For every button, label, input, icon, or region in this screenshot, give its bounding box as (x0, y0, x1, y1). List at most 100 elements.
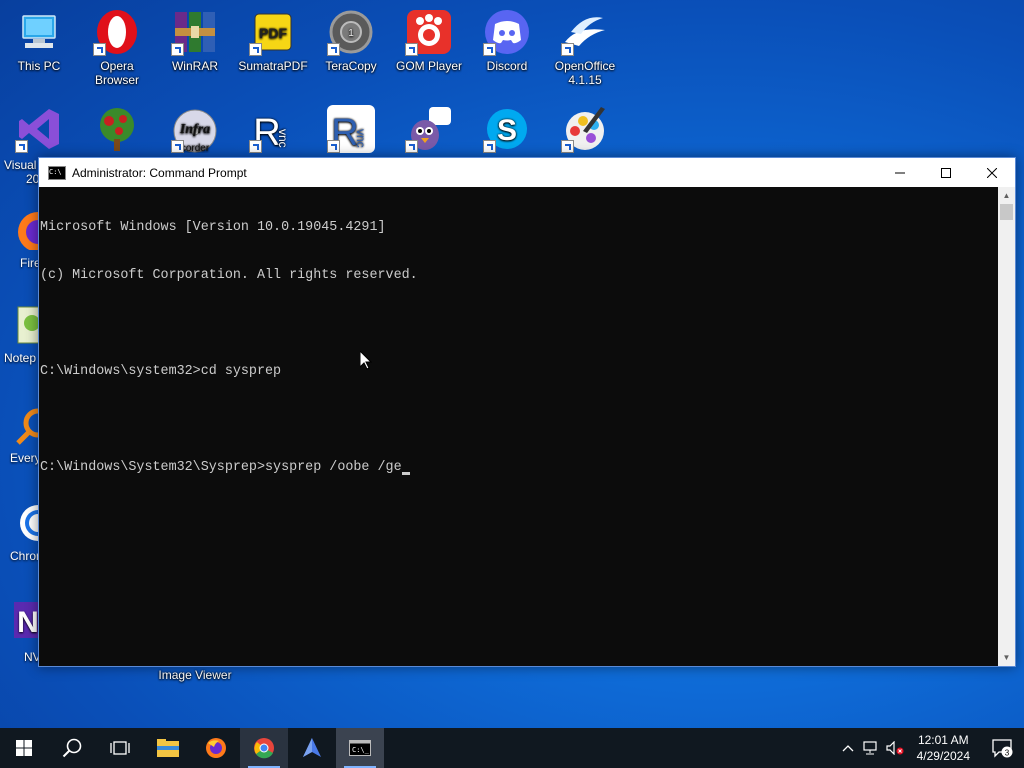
desktop-icon-openoffice[interactable]: OpenOffice 4.1.15 (547, 8, 623, 87)
network-button[interactable] (859, 728, 883, 768)
gom-player-icon (405, 8, 453, 56)
command-prompt-icon: C:\ (48, 165, 66, 180)
desktop-icon-skype[interactable]: S (469, 105, 545, 156)
shortcut-arrow-icon (249, 43, 262, 56)
desktop-icon-visual-studio[interactable] (1, 105, 77, 156)
volume-button[interactable] (883, 728, 907, 768)
console-line: Microsoft Windows [Version 10.0.19045.42… (40, 220, 386, 235)
svg-text:Infra: Infra (179, 122, 210, 137)
maximize-button[interactable] (923, 158, 969, 187)
desktop-icon-paint[interactable] (547, 105, 623, 156)
desktop-icon-teracopy[interactable]: 1 TeraCopy (313, 8, 389, 73)
scroll-down-icon[interactable]: ▼ (998, 649, 1015, 666)
console-output[interactable]: Microsoft Windows [Version 10.0.19045.42… (39, 187, 998, 666)
disc-icon: Infra corder (171, 105, 219, 153)
mouse-pointer-icon (360, 351, 372, 370)
svg-text:3: 3 (1005, 749, 1010, 758)
shortcut-arrow-icon (327, 43, 340, 56)
shortcut-arrow-icon (483, 140, 496, 153)
svg-text:S: S (497, 114, 517, 147)
close-icon (987, 167, 997, 178)
shortcut-arrow-icon (171, 140, 184, 153)
svg-text:C:\_: C:\_ (352, 746, 370, 754)
task-view-icon (110, 741, 130, 755)
shortcut-arrow-icon (93, 43, 106, 56)
taskbar: C:\_ 12:01 AM 4/29/2024 3 (0, 728, 1024, 768)
sumatrapdf-icon: PDF (249, 8, 297, 56)
app-taskbar-button[interactable] (288, 728, 336, 768)
desktop-icon-gom-player[interactable]: GOM Player (391, 8, 467, 73)
system-tray: 12:01 AM 4/29/2024 3 (837, 728, 1024, 768)
scrollbar-thumb[interactable] (1000, 204, 1013, 220)
discord-icon (483, 8, 531, 56)
command-prompt-icon: C:\_ (349, 740, 371, 756)
nvda-icon: N (4, 600, 44, 640)
desktop-icon-opera[interactable]: Opera Browser (79, 8, 155, 87)
desktop-icon-image-viewer-label[interactable]: Image Viewer (152, 668, 238, 682)
desktop-icon-winrar[interactable]: WinRAR (157, 8, 233, 73)
firefox-taskbar-button[interactable] (192, 728, 240, 768)
search-icon (62, 738, 82, 758)
skype-icon: S (483, 105, 531, 153)
desktop-icon-realvnc-viewer[interactable]: Rvnc (235, 105, 311, 156)
desktop-icon-realvnc-server[interactable]: Rvnc (313, 105, 389, 156)
console-input-line[interactable]: C:\Windows\System32\Sysprep>sysprep /oob… (40, 460, 997, 476)
shortcut-arrow-icon (561, 43, 574, 56)
desktop-icon-infra-recorder[interactable]: Infra corder (157, 105, 233, 156)
chrome-icon (4, 503, 56, 543)
file-explorer-icon (157, 739, 179, 757)
shortcut-arrow-icon (327, 140, 340, 153)
shortcut-arrow-icon (249, 140, 262, 153)
notification-icon: 3 (992, 739, 1013, 758)
teracopy-icon: 1 (327, 8, 375, 56)
winrar-icon (171, 8, 219, 56)
firefox-icon (206, 738, 226, 758)
desktop-icon-pidgin[interactable] (391, 105, 467, 156)
everything-icon (4, 405, 53, 445)
desktop-icon-sumatrapdf[interactable]: PDF SumatraPDF (235, 8, 311, 73)
shortcut-arrow-icon (171, 43, 184, 56)
network-icon (863, 741, 877, 755)
shortcut-arrow-icon (483, 43, 496, 56)
minimize-button[interactable] (877, 158, 923, 187)
close-button[interactable] (969, 158, 1015, 187)
shortcut-arrow-icon (405, 43, 418, 56)
search-button[interactable] (48, 728, 96, 768)
chevron-up-icon (842, 745, 854, 752)
paint-icon (561, 105, 609, 153)
realvnc-icon: Rvnc (249, 105, 297, 153)
chrome-icon (254, 738, 274, 759)
firefox-icon (4, 210, 58, 252)
start-button[interactable] (0, 728, 48, 768)
action-center-button[interactable]: 3 (980, 728, 1024, 768)
vertical-scrollbar[interactable]: ▲ ▼ (998, 187, 1015, 666)
shortcut-arrow-icon (561, 140, 574, 153)
chrome-taskbar-button[interactable] (240, 728, 288, 768)
shortcut-arrow-icon (15, 140, 28, 153)
show-hidden-icons-button[interactable] (837, 728, 859, 768)
start-icon (16, 740, 32, 756)
console-line: (c) Microsoft Corporation. All rights re… (40, 268, 418, 283)
desktop-icon-tree[interactable] (79, 105, 155, 156)
svg-text:vnc: vnc (354, 129, 368, 148)
svg-text:PDF: PDF (259, 25, 287, 41)
notepad-icon (4, 305, 45, 345)
clock[interactable]: 12:01 AM 4/29/2024 (907, 732, 980, 764)
file-explorer-button[interactable] (144, 728, 192, 768)
command-prompt-taskbar-button[interactable]: C:\_ (336, 728, 384, 768)
command-prompt-window[interactable]: C:\ Administrator: Command Prompt Micros… (38, 157, 1016, 667)
computer-icon (15, 8, 63, 56)
title-bar[interactable]: C:\ Administrator: Command Prompt (39, 158, 1015, 187)
svg-text:N: N (17, 606, 39, 639)
clock-time: 12:01 AM (917, 733, 969, 747)
pidgin-icon (405, 105, 453, 153)
scroll-up-icon[interactable]: ▲ (998, 187, 1015, 204)
shortcut-arrow-icon (405, 140, 418, 153)
task-view-button[interactable] (96, 728, 144, 768)
desktop-icon-this-pc[interactable]: This PC (1, 8, 77, 73)
desktop-icon-discord[interactable]: Discord (469, 8, 545, 73)
text-cursor (401, 472, 410, 475)
svg-text:1: 1 (348, 28, 354, 39)
